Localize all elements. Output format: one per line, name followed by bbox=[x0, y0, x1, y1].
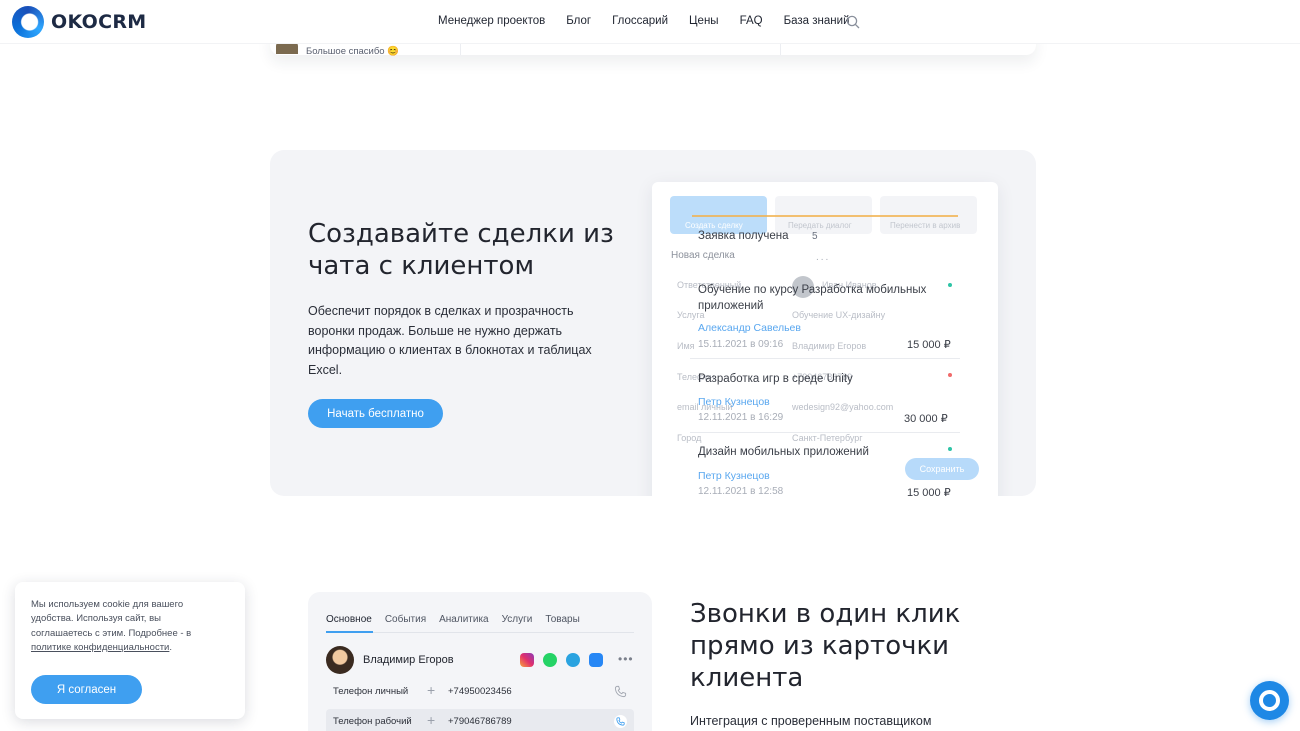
cookie-message-end: . bbox=[169, 641, 173, 653]
phone-icon[interactable] bbox=[614, 685, 627, 698]
column-title: Заявка получена bbox=[698, 230, 789, 242]
active-tab-indicator bbox=[326, 631, 373, 633]
feature-title: Создавайте сделки из чата с клиентом bbox=[308, 219, 614, 281]
client-card-mockup: Основное События Аналитика Услуги Товары… bbox=[308, 592, 652, 731]
feature-title: Звонки в один клик прямо из карточки кли… bbox=[690, 599, 961, 693]
start-free-button[interactable]: Начать бесплатно bbox=[308, 399, 443, 428]
deal-person[interactable]: Петр Кузнецов bbox=[698, 470, 770, 482]
instagram-icon[interactable] bbox=[520, 653, 534, 667]
divider bbox=[690, 358, 960, 359]
field-label: Город bbox=[677, 433, 702, 443]
deal-title[interactable]: Обучение по курсу Разработка мобильных п… bbox=[698, 282, 948, 314]
save-button[interactable]: Сохранить bbox=[905, 458, 979, 480]
status-dot bbox=[948, 373, 952, 377]
main-nav: Менеджер проектов Блог Глоссарий Цены FA… bbox=[438, 15, 871, 27]
cookie-accept-button[interactable]: Я согласен bbox=[31, 675, 142, 704]
nav-faq[interactable]: FAQ bbox=[740, 15, 763, 27]
tab-services[interactable]: Услуги bbox=[502, 614, 533, 625]
telegram-icon[interactable] bbox=[566, 653, 580, 667]
deal-date: 12.11.2021 в 16:29 bbox=[698, 412, 784, 423]
tab-events[interactable]: События bbox=[385, 614, 426, 625]
stage-label: Передать диалог bbox=[788, 221, 852, 230]
phone-row: Телефон рабочий + +79046786789 bbox=[326, 709, 634, 731]
stage-label: Создать сделку bbox=[685, 221, 743, 230]
phone-number[interactable]: +79046786789 bbox=[448, 716, 512, 727]
deal-price: 30 000 ₽ bbox=[904, 413, 948, 425]
status-dot bbox=[948, 447, 952, 451]
deal-title[interactable]: Разработка игр в среде Unity bbox=[698, 373, 853, 385]
logo[interactable]: OKOCRM bbox=[12, 6, 146, 38]
feature-description: Интеграция с проверенным поставщиком bbox=[690, 714, 932, 728]
deal-price: 15 000 ₽ bbox=[907, 487, 951, 496]
nav-project-manager[interactable]: Менеджер проектов bbox=[438, 15, 545, 27]
logo-icon bbox=[12, 6, 44, 38]
nav-knowledge-base[interactable]: База знаний bbox=[784, 15, 850, 27]
phone-label: Телефон личный bbox=[333, 686, 409, 697]
divider bbox=[690, 432, 960, 433]
search-icon[interactable] bbox=[846, 15, 860, 29]
chat-widget-icon[interactable] bbox=[1250, 681, 1289, 720]
phone-row: Телефон личный + +74950023456 bbox=[326, 679, 634, 705]
cookie-message: Мы используем cookie для вашего удобства… bbox=[31, 599, 192, 639]
column-more: ... bbox=[816, 252, 831, 263]
more-icon[interactable]: ••• bbox=[618, 652, 634, 666]
feature-deals-section: Создавайте сделки из чата с клиентом Обе… bbox=[270, 150, 1036, 496]
deal-date: 12.11.2021 в 12:58 bbox=[698, 486, 784, 496]
nav-glossary[interactable]: Глоссарий bbox=[612, 15, 668, 27]
phone-number[interactable]: +74950023456 bbox=[448, 686, 512, 697]
field-value: Санкт-Петербург bbox=[792, 433, 863, 443]
vk-icon[interactable] bbox=[589, 653, 603, 667]
cookie-banner: Мы используем cookie для вашего удобства… bbox=[15, 582, 245, 719]
stage-label: Перенести в архив bbox=[890, 221, 961, 230]
site-header: OKOCRM Менеджер проектов Блог Глоссарий … bbox=[0, 0, 1300, 44]
deal-price: 15 000 ₽ bbox=[907, 339, 951, 351]
tab-analytics[interactable]: Аналитика bbox=[439, 614, 489, 625]
deal-title[interactable]: Дизайн мобильных приложений bbox=[698, 446, 869, 458]
tab-main[interactable]: Основное bbox=[326, 614, 372, 625]
add-icon[interactable]: + bbox=[427, 682, 435, 698]
deal-person[interactable]: Петр Кузнецов bbox=[698, 396, 770, 408]
phone-label: Телефон рабочий bbox=[333, 716, 412, 727]
feature-description: Обеспечит порядок в сделках и прозрачнос… bbox=[308, 304, 592, 377]
client-tabs: Основное События Аналитика Услуги Товары bbox=[326, 614, 593, 625]
progress-line bbox=[692, 215, 958, 217]
chat-message: Большое спасибо 😊 bbox=[306, 46, 400, 57]
cookie-text: Мы используем cookie для вашего удобства… bbox=[31, 598, 221, 655]
field-label: Имя bbox=[677, 341, 695, 351]
privacy-policy-link[interactable]: политике конфиденциальности bbox=[31, 642, 169, 653]
client-name: Владимир Егоров bbox=[363, 654, 454, 666]
whatsapp-icon[interactable] bbox=[543, 653, 557, 667]
deal-person[interactable]: Александр Савельев bbox=[698, 322, 801, 334]
nav-blog[interactable]: Блог bbox=[566, 15, 591, 27]
column-count: 5 bbox=[812, 231, 818, 242]
field-value: wedesign92@yahoo.com bbox=[792, 402, 894, 412]
phone-icon[interactable] bbox=[614, 715, 627, 728]
field-value: Владимир Егоров bbox=[792, 341, 867, 351]
deal-mockup: Создать сделку Передать диалог Перенести… bbox=[652, 182, 998, 496]
nav-prices[interactable]: Цены bbox=[689, 15, 719, 27]
logo-text: OKOCRM bbox=[51, 11, 147, 33]
deal-date: 15.11.2021 в 09:16 bbox=[698, 339, 784, 350]
form-title: Новая сделка bbox=[671, 250, 735, 261]
status-dot bbox=[948, 283, 952, 287]
tab-products[interactable]: Товары bbox=[545, 614, 579, 625]
avatar bbox=[326, 646, 354, 674]
add-icon[interactable]: + bbox=[427, 712, 435, 728]
